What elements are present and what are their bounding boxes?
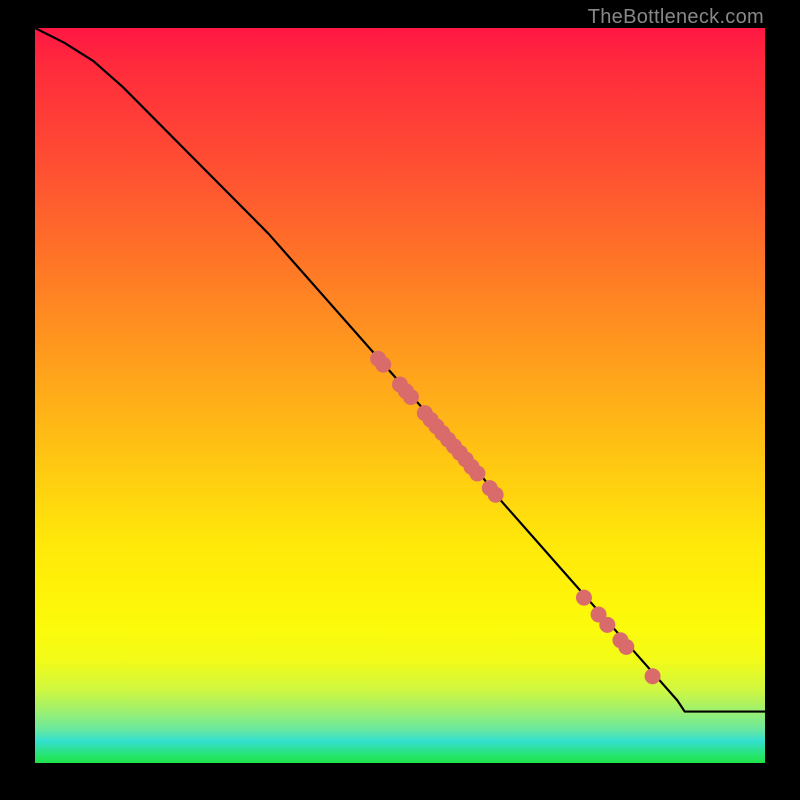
data-marker bbox=[645, 668, 661, 684]
chart-container: TheBottleneck.com bbox=[0, 0, 800, 800]
watermark-text: TheBottleneck.com bbox=[588, 6, 764, 29]
data-marker bbox=[469, 465, 485, 481]
data-marker bbox=[375, 357, 391, 373]
data-marker bbox=[488, 487, 504, 503]
data-marker bbox=[618, 639, 634, 655]
data-marker bbox=[599, 617, 615, 633]
data-marker bbox=[403, 389, 419, 405]
chart-svg bbox=[35, 28, 765, 763]
chart-line bbox=[35, 28, 765, 712]
data-marker bbox=[576, 590, 592, 606]
plot-area bbox=[35, 28, 765, 763]
